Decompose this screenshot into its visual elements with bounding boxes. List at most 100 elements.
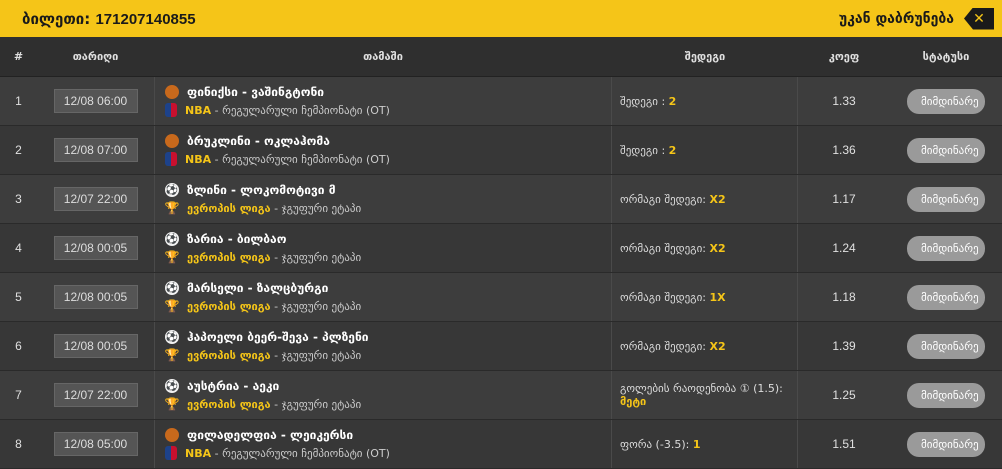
football-icon: ⚽ [165, 330, 179, 344]
result-value: 1 [692, 437, 701, 451]
result-text: ორმაგი შედეგი: 1X [620, 291, 726, 304]
status-button[interactable]: მიმდინარე [907, 284, 985, 310]
date-badge: 12/08 07:00 [53, 138, 138, 162]
koef-value: 1.25 [832, 388, 856, 402]
row-date: 12/08 05:00 [37, 432, 154, 456]
row-date: 12/07 22:00 [37, 187, 154, 211]
col-match-header: თამაში [363, 50, 403, 63]
basketball-icon [165, 85, 179, 99]
result-value: მეტი [620, 395, 647, 408]
row-date: 12/07 22:00 [37, 383, 154, 407]
row-number: 1 [15, 94, 22, 108]
ticket-title: ბილეთი: 171207140855 [22, 10, 196, 28]
result-cell: შედეგი : 2 [612, 126, 798, 174]
match-title: ბრუკლინი - ოკლაჰომა [187, 134, 330, 148]
result-cell: ფორა (-3.5): 1 [612, 420, 798, 468]
league-text: ევროპის ლიგა - ჯგუფური ეტაპი [187, 349, 361, 362]
result-value: 2 [668, 143, 677, 157]
result-text: ორმაგი შედეგი: X2 [620, 193, 726, 206]
ticket-header: ბილეთი: 171207140855 უკან დაბრუნება ✕ [0, 0, 1002, 37]
table-row: 8 12/08 05:00 ფილადელფია - ლეიკერსი NBA … [0, 420, 1002, 469]
row-number: 8 [15, 437, 22, 451]
result-label: შედეგი : [620, 94, 669, 108]
result-label: ორმაგი შედეგი: [620, 241, 710, 255]
match-title-line: ფინიქსი - ვაშინგტონი [165, 85, 611, 99]
result-text: შედეგი : 2 [620, 95, 676, 108]
match-league-line: NBA - რეგულარული ჩემპიონატი (OT) [165, 446, 611, 460]
date-badge: 12/08 00:05 [53, 285, 138, 309]
match-league-line: 🏆 ევროპის ლიგა - ჯგუფური ეტაპი [165, 250, 611, 264]
status-button[interactable]: მიმდინარე [907, 235, 985, 261]
status-button[interactable]: მიმდინარე [907, 186, 985, 212]
result-label: ორმაგი შედეგი: [620, 339, 710, 353]
back-label[interactable]: უკან დაბრუნება [839, 11, 954, 27]
match-title: ფილადელფია - ლეიკერსი [187, 428, 354, 442]
league-text: ევროპის ლიგა - ჯგუფური ეტაპი [187, 202, 361, 215]
nba-logo-icon [165, 103, 177, 117]
league-stage: - ჯგუფური ეტაპი [270, 201, 362, 215]
status-button[interactable]: მიმდინარე [907, 88, 985, 114]
match-league-line: 🏆 ევროპის ლიგა - ჯგუფური ეტაპი [165, 348, 611, 362]
status-cell: მიმდინარე [890, 284, 1002, 310]
result-text: ორმაგი შედეგი: X2 [620, 242, 726, 255]
table-row: 5 12/08 00:05 ⚽ მარსელი - ზალცბურგი 🏆 ევ… [0, 273, 1002, 322]
match-cell: ბრუკლინი - ოკლაჰომა NBA - რეგულარული ჩემ… [154, 126, 612, 174]
table-row: 3 12/07 22:00 ⚽ ზლინი - ლოკომოტივი მ 🏆 ე… [0, 175, 1002, 224]
match-title-line: ფილადელფია - ლეიკერსი [165, 428, 611, 442]
match-title-line: ⚽ ჰაპოელი ბეერ-შევა - პლზენი [165, 330, 611, 344]
status-cell: მიმდინარე [890, 88, 1002, 114]
koef-value: 1.18 [832, 290, 856, 304]
match-title: ზარია - ბილბაო [187, 232, 287, 246]
league-text: NBA - რეგულარული ჩემპიონატი (OT) [185, 153, 390, 166]
status-button[interactable]: მიმდინარე [907, 382, 985, 408]
match-cell: ⚽ ჰაპოელი ბეერ-შევა - პლზენი 🏆 ევროპის ლ… [154, 322, 612, 370]
match-cell: ფილადელფია - ლეიკერსი NBA - რეგულარული ჩ… [154, 420, 612, 468]
back-button[interactable]: უკან დაბრუნება ✕ [839, 0, 1002, 37]
europa-league-icon: 🏆 [164, 201, 180, 215]
league-text: NBA - რეგულარული ჩემპიონატი (OT) [185, 104, 390, 117]
result-cell: ორმაგი შედეგი: X2 [612, 224, 798, 272]
koef-value: 1.24 [832, 241, 856, 255]
league-name: NBA [185, 446, 212, 460]
europa-league-icon: 🏆 [164, 299, 180, 313]
league-stage: - რეგულარული ჩემპიონატი (OT) [211, 103, 390, 117]
match-league-line: 🏆 ევროპის ლიგა - ჯგუფური ეტაპი [165, 201, 611, 215]
basketball-icon [165, 428, 179, 442]
football-icon: ⚽ [165, 379, 179, 393]
match-league-line: NBA - რეგულარული ჩემპიონატი (OT) [165, 103, 611, 117]
table-row: 6 12/08 00:05 ⚽ ჰაპოელი ბეერ-შევა - პლზე… [0, 322, 1002, 371]
close-x-icon[interactable]: ✕ [964, 7, 994, 30]
football-icon: ⚽ [165, 183, 179, 197]
match-title-line: ⚽ ზლინი - ლოკომოტივი მ [165, 183, 611, 197]
football-icon: ⚽ [165, 281, 179, 295]
result-label: შედეგი : [620, 143, 669, 157]
row-number: 4 [15, 241, 22, 255]
date-badge: 12/08 00:05 [53, 334, 138, 358]
status-button[interactable]: მიმდინარე [907, 137, 985, 163]
nba-logo-icon [165, 446, 177, 460]
league-stage: - ჯგუფური ეტაპი [270, 299, 362, 313]
status-button[interactable]: მიმდინარე [907, 431, 985, 457]
league-name: NBA [185, 103, 212, 117]
table-header: # თარიღი თამაში შედეგი კოეფ სტატუსი [0, 37, 1002, 77]
status-cell: მიმდინარე [890, 382, 1002, 408]
league-name: NBA [185, 152, 212, 166]
league-name: ევროპის ლიგა [187, 201, 271, 215]
result-value: 1X [709, 290, 726, 304]
koef-value: 1.39 [832, 339, 856, 353]
europa-league-icon: 🏆 [164, 348, 180, 362]
result-label: ფორა (-3.5): [620, 437, 693, 451]
status-cell: მიმდინარე [890, 235, 1002, 261]
result-value: X2 [709, 192, 726, 206]
match-title: ჰაპოელი ბეერ-შევა - პლზენი [187, 330, 369, 344]
ticket-number: 171207140855 [95, 10, 196, 28]
league-stage: - რეგულარული ჩემპიონატი (OT) [211, 152, 390, 166]
status-button[interactable]: მიმდინარე [907, 333, 985, 359]
league-stage: - რეგულარული ჩემპიონატი (OT) [211, 446, 390, 460]
league-name: ევროპის ლიგა [187, 299, 271, 313]
match-title: მარსელი - ზალცბურგი [187, 281, 329, 295]
bets-table-body: 1 12/08 06:00 ფინიქსი - ვაშინგტონი NBA -… [0, 77, 1002, 469]
league-stage: - ჯგუფური ეტაპი [270, 397, 362, 411]
date-badge: 12/08 00:05 [53, 236, 138, 260]
result-label: ორმაგი შედეგი: [620, 192, 710, 206]
